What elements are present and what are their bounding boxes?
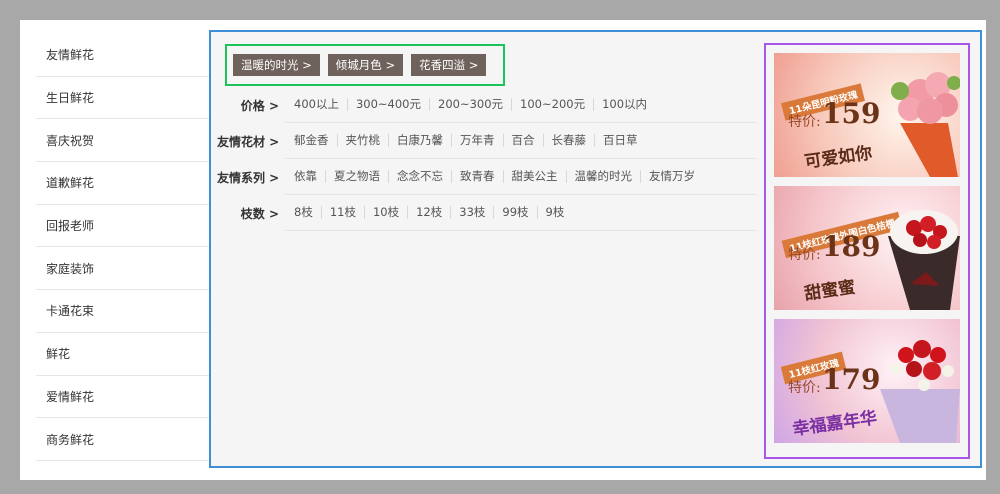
- filter-label: 友情花材 >: [217, 134, 280, 149]
- ad-product-name: 甜蜜蜜: [803, 277, 857, 305]
- sidebar-item-friendship-flowers[interactable]: 友情鲜花: [36, 34, 211, 77]
- sidebar-item-label: 生日鲜花: [46, 91, 95, 106]
- filter-option[interactable]: 夏之物语: [325, 170, 388, 183]
- bouquet-image: [880, 340, 960, 443]
- filter-option[interactable]: 长春藤: [542, 134, 595, 147]
- filter-option[interactable]: 夹竹桃: [336, 134, 389, 147]
- promo-ad-banner[interactable]: 11枝红玫瑰 特价: 179 幸福嘉年华: [774, 319, 960, 443]
- ad-price-label: 特价:: [788, 380, 821, 396]
- sidebar-item-label: 卡通花束: [46, 304, 95, 319]
- filter-label: 友情系列 >: [217, 170, 280, 185]
- filter-row-price: 价格 > 400以上 300~400元 200~300元 100~200元 10…: [217, 87, 757, 123]
- sidebar-item-teacher-thanks[interactable]: 回报老师: [36, 205, 211, 248]
- filter-panel: 价格 > 400以上 300~400元 200~300元 100~200元 10…: [217, 87, 757, 231]
- sidebar-item-label: 喜庆祝贺: [46, 133, 95, 148]
- sidebar-item-label: 鲜花: [46, 347, 71, 362]
- filter-option[interactable]: 百合: [502, 134, 543, 147]
- sidebar-item-business-flowers[interactable]: 商务鲜花: [36, 418, 211, 461]
- filter-options: 郁金香 夹竹桃 白康乃馨 万年青 百合 长春藤 百日草: [285, 123, 757, 159]
- ad-price-label: 特价:: [788, 114, 821, 130]
- category-sidebar: 友情鲜花 生日鲜花 喜庆祝贺 道歉鲜花 回报老师 家庭装饰 卡通花束 鲜花 爱情…: [36, 34, 211, 461]
- filter-option[interactable]: 依靠: [285, 170, 325, 183]
- sidebar-item-label: 商务鲜花: [46, 432, 95, 447]
- filter-option[interactable]: 郁金香: [285, 134, 337, 147]
- filter-label: 枝数 >: [240, 206, 279, 221]
- filter-option[interactable]: 400以上: [285, 98, 347, 111]
- sidebar-item-apology-flowers[interactable]: 道歉鲜花: [36, 162, 211, 205]
- filter-option[interactable]: 10枝: [363, 206, 407, 219]
- filter-options: 400以上 300~400元 200~300元 100~200元 100以内: [285, 87, 757, 123]
- sidebar-item-label: 道歉鲜花: [46, 176, 95, 191]
- filter-label: 价格 >: [240, 98, 279, 113]
- filter-option[interactable]: 300~400元: [346, 98, 429, 111]
- ad-price-label: 特价:: [788, 247, 821, 263]
- filter-option[interactable]: 万年青: [451, 134, 503, 147]
- filter-option[interactable]: 甜美公主: [502, 170, 566, 183]
- promo-ad-banner[interactable]: 11枝红玫瑰外围白色桔梗 特价: 189 甜蜜蜜: [774, 186, 960, 310]
- filter-option[interactable]: 100~200元: [511, 98, 593, 111]
- filter-option[interactable]: 200~300元: [429, 98, 511, 111]
- ad-product-name: 幸福嘉年华: [791, 408, 879, 440]
- sidebar-item-label: 爱情鲜花: [46, 389, 95, 404]
- ad-product-name: 可爱如你: [803, 143, 874, 173]
- filter-option[interactable]: 温馨的时光: [565, 170, 641, 183]
- sidebar-item-label: 家庭装饰: [46, 261, 95, 276]
- sidebar-item-fresh-flowers[interactable]: 鲜花: [36, 333, 211, 376]
- filter-row-flower-material: 友情花材 > 郁金香 夹竹桃 白康乃馨 万年青 百合 长春藤 百日草: [217, 123, 757, 159]
- promo-ads-column: 11朵昆明粉玫瑰 特价: 159 可爱如你 11枝红玫瑰外围白色桔梗 特价: 1…: [764, 43, 970, 459]
- sidebar-item-home-decor[interactable]: 家庭装饰: [36, 247, 211, 291]
- filter-option[interactable]: 11枝: [320, 206, 364, 219]
- sidebar-item-love-flowers[interactable]: 爱情鲜花: [36, 376, 211, 419]
- filter-option[interactable]: 9枝: [536, 206, 573, 219]
- filter-option[interactable]: 白康乃馨: [388, 134, 451, 147]
- filter-option[interactable]: 百日草: [594, 134, 646, 147]
- bouquet-image: [888, 210, 960, 310]
- breadcrumb: 温暖的时光 > 倾城月色 > 花香四溢 >: [225, 44, 505, 86]
- filter-options: 8枝 11枝 10枝 12枝 33枝 99枝 9枝: [285, 195, 757, 231]
- promo-ad-banner[interactable]: 11朵昆明粉玫瑰 特价: 159 可爱如你: [774, 53, 960, 177]
- breadcrumb-item[interactable]: 倾城月色 >: [327, 54, 404, 76]
- filter-option[interactable]: 8枝: [285, 206, 321, 219]
- bouquet-image: [891, 72, 960, 177]
- filter-option[interactable]: 33枝: [450, 206, 493, 219]
- sidebar-item-birthday-flowers[interactable]: 生日鲜花: [36, 77, 211, 120]
- product-filter-area: 温暖的时光 > 倾城月色 > 花香四溢 > 价格 > 400以上 300~400…: [209, 30, 982, 468]
- filter-option[interactable]: 99枝: [493, 206, 536, 219]
- sidebar-item-label: 友情鲜花: [46, 48, 95, 63]
- filter-option[interactable]: 友情万岁: [640, 170, 703, 183]
- filter-option[interactable]: 12枝: [407, 206, 450, 219]
- filter-row-stem-count: 枝数 > 8枝 11枝 10枝 12枝 33枝 99枝 9枝: [217, 195, 757, 231]
- breadcrumb-item[interactable]: 温暖的时光 >: [233, 54, 320, 76]
- sidebar-item-celebration[interactable]: 喜庆祝贺: [36, 119, 211, 163]
- sidebar-item-label: 回报老师: [46, 219, 95, 234]
- filter-option[interactable]: 念念不忘: [388, 170, 451, 183]
- filter-options: 依靠 夏之物语 念念不忘 致青春 甜美公主 温馨的时光 友情万岁: [285, 159, 757, 195]
- filter-option[interactable]: 100以内: [593, 98, 655, 111]
- filter-row-series: 友情系列 > 依靠 夏之物语 念念不忘 致青春 甜美公主 温馨的时光 友情万岁: [217, 159, 757, 195]
- filter-option[interactable]: 致青春: [451, 170, 503, 183]
- breadcrumb-item[interactable]: 花香四溢 >: [411, 54, 487, 76]
- sidebar-item-cartoon-bouquet[interactable]: 卡通花束: [36, 290, 211, 333]
